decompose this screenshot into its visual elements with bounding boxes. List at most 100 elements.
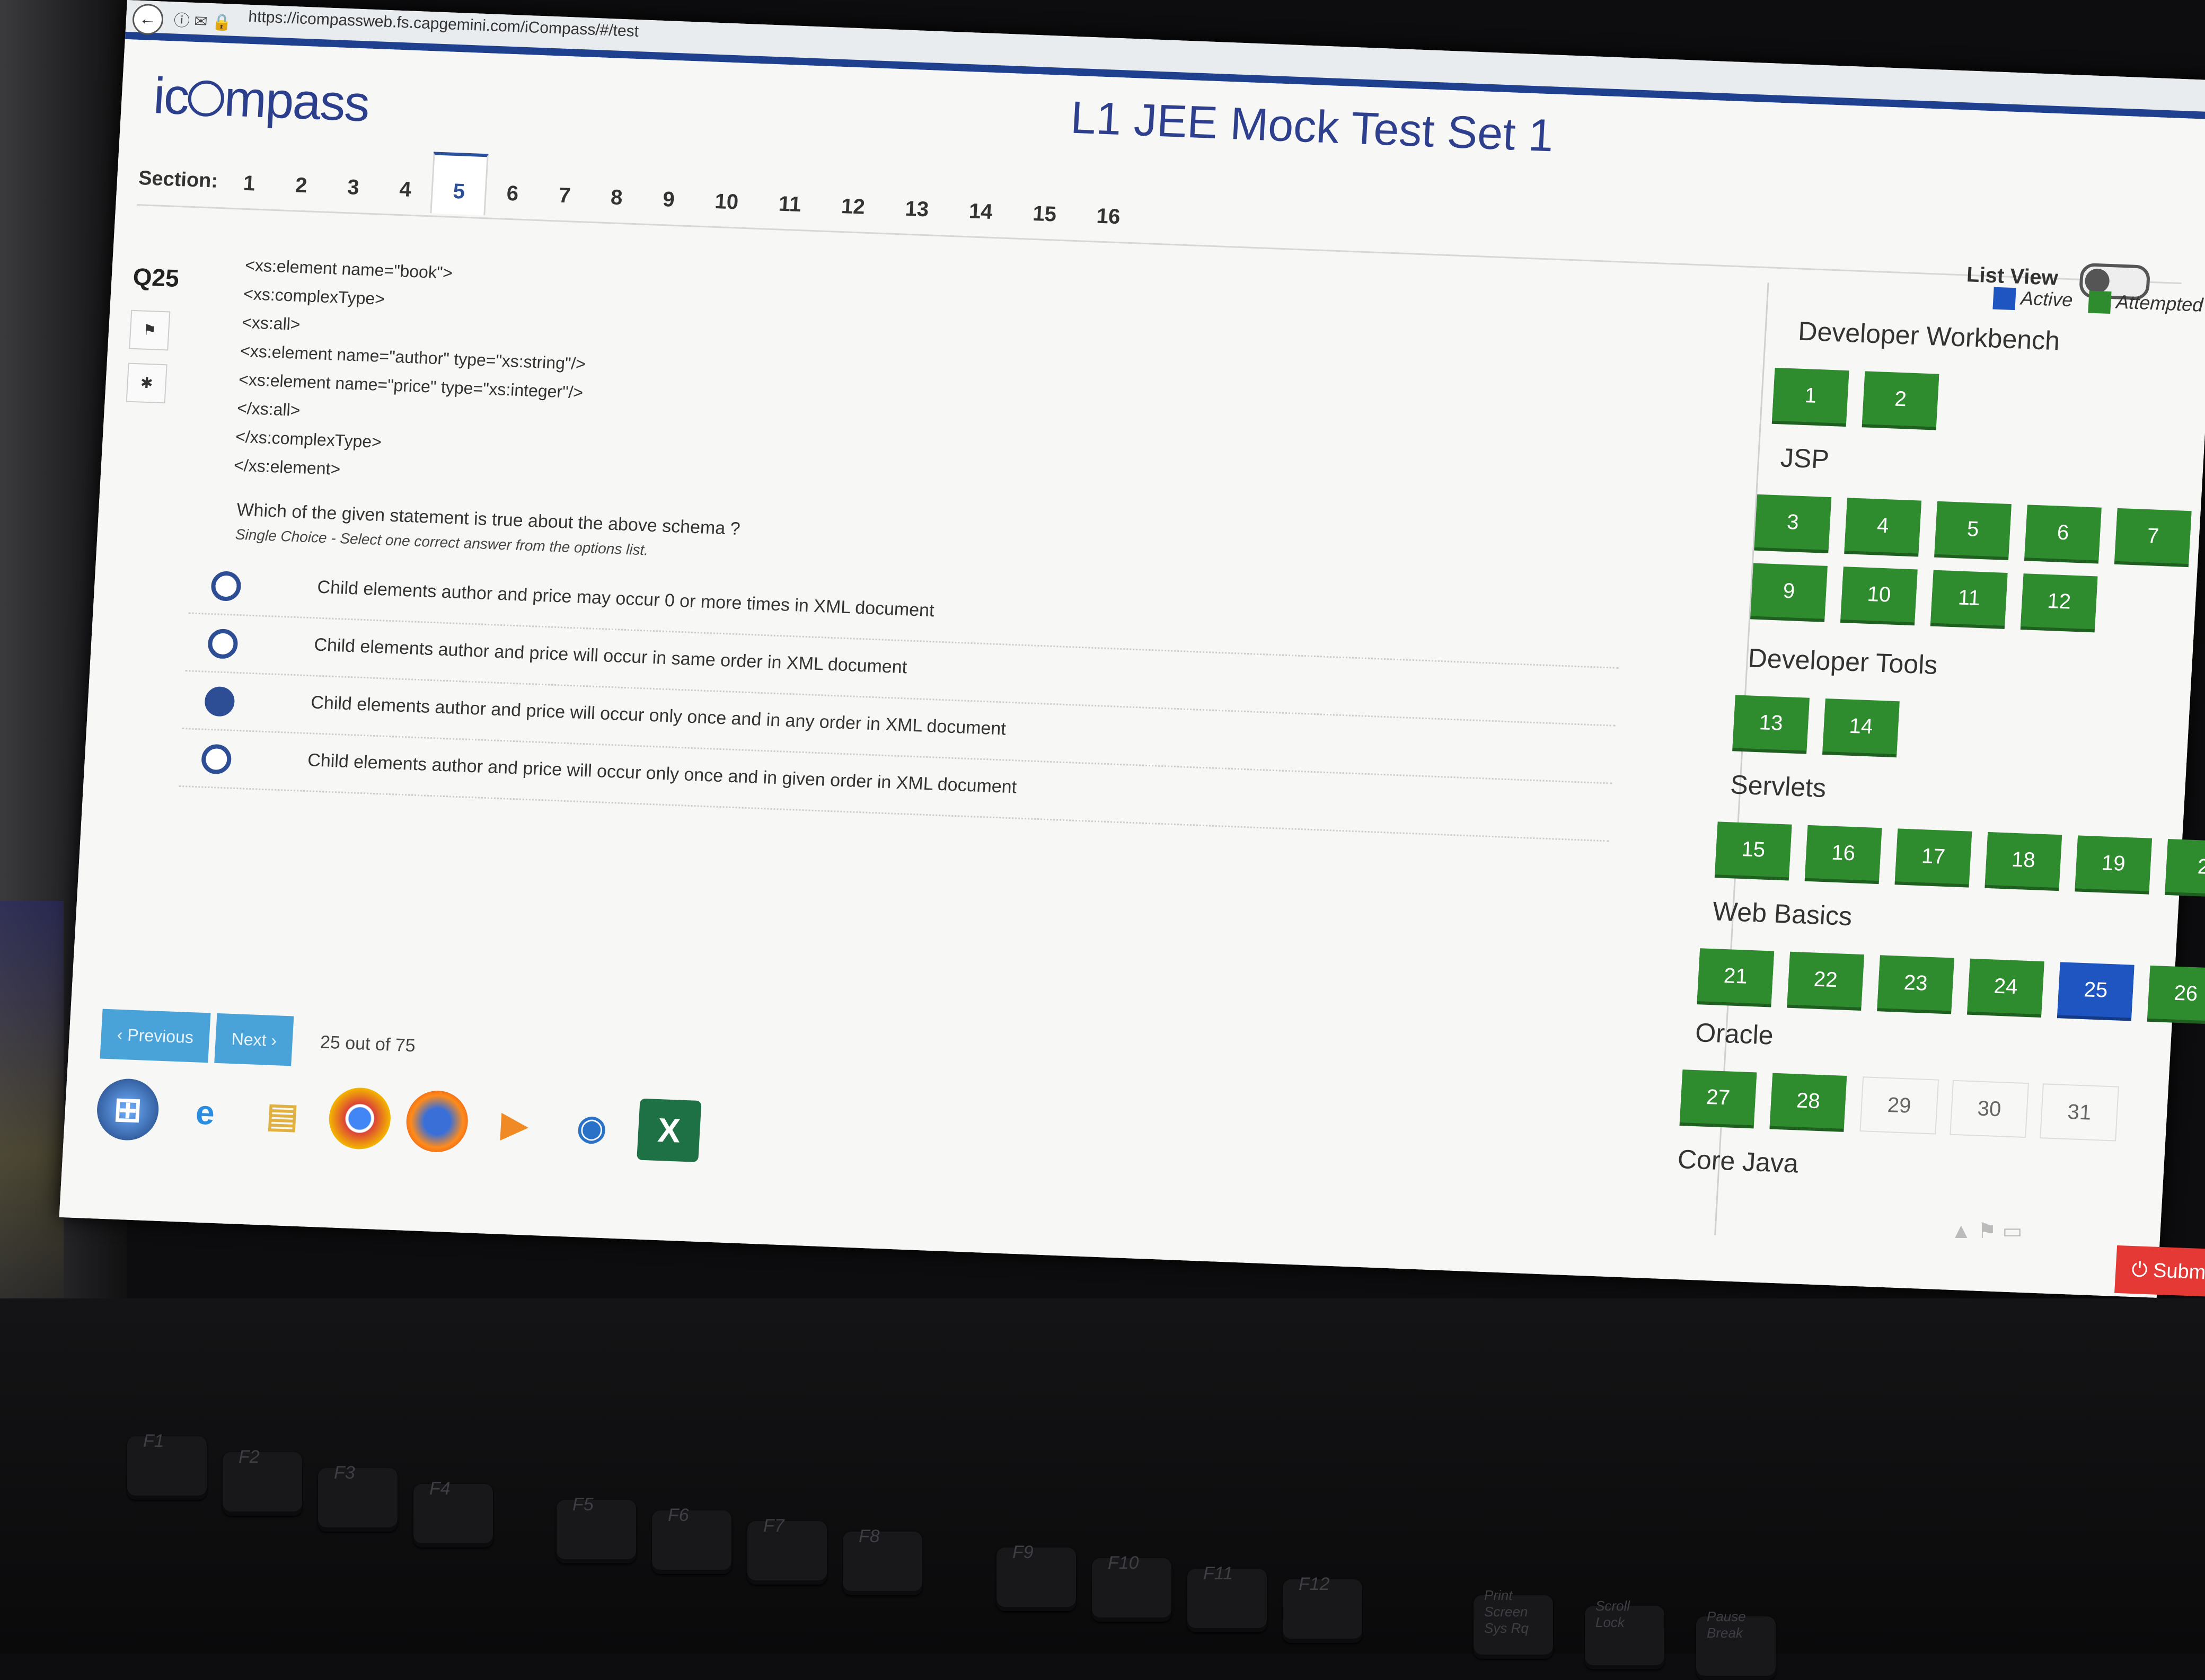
question-button[interactable]: 19 (2075, 835, 2153, 891)
tab-section-1[interactable]: 1 (222, 144, 278, 207)
question-button-unattempted[interactable]: 29 (1859, 1076, 1939, 1135)
group-web-basics: Web Basics (1712, 896, 1853, 932)
question-button-unattempted[interactable]: 31 (2040, 1083, 2119, 1142)
url-text[interactable]: https://icompassweb.fs.capgemini.com/iCo… (248, 8, 639, 41)
icompass-app: ic mpass L1 JEE Mock Test Set 1 Section: … (59, 39, 2205, 1298)
key (747, 1521, 827, 1585)
tab-section-3[interactable]: 3 (326, 148, 382, 211)
key (413, 1484, 493, 1548)
question-button[interactable]: 27 (1679, 1069, 1757, 1126)
option-1-radio[interactable] (210, 570, 242, 602)
list-view-label: List View (1965, 263, 2059, 290)
question-button[interactable]: 13 (1732, 695, 1810, 751)
keyboard: F1 F2 F3 F4 F5 F6 F7 F8 F9 F10 F11 F12 P… (0, 1298, 2205, 1680)
file-explorer-icon[interactable]: ▤ (250, 1084, 315, 1147)
option-3-radio[interactable] (204, 686, 235, 717)
question-button[interactable]: 18 (1984, 832, 2062, 888)
key-label: Print Screen Sys Rq (1484, 1587, 1529, 1636)
question-button[interactable]: 28 (1769, 1073, 1847, 1129)
question-button[interactable]: 9 (1750, 563, 1828, 619)
tab-section-14[interactable]: 14 (948, 172, 1015, 235)
internet-explorer-icon[interactable]: e (173, 1081, 237, 1144)
question-button[interactable]: 1 (1772, 367, 1849, 424)
progress-count: 25 out of 75 (320, 1031, 416, 1056)
section-tabs: 1 2 3 4 5 6 7 8 9 10 11 12 13 14 15 16 (222, 144, 1142, 242)
question-button[interactable]: 24 (1967, 958, 2044, 1015)
group-developer-workbench: Developer Workbench (1797, 316, 2061, 356)
tab-section-16[interactable]: 16 (1075, 176, 1142, 240)
tab-section-11[interactable]: 11 (757, 164, 824, 228)
legend-attempted: Attempted (2115, 290, 2204, 316)
question-button[interactable]: 12 (2021, 573, 2098, 630)
key-label: F9 (1012, 1542, 1034, 1562)
tab-section-7[interactable]: 7 (537, 156, 593, 219)
chrome-icon[interactable] (327, 1086, 392, 1151)
question-button-unattempted[interactable]: 30 (1950, 1080, 2029, 1138)
question-button[interactable]: 21 (1697, 948, 1775, 1004)
key-label: F3 (334, 1463, 355, 1483)
question-button[interactable]: 2 (2165, 838, 2205, 895)
outlook-icon[interactable]: ◉ (559, 1095, 624, 1159)
key-label: F10 (1108, 1553, 1139, 1573)
option-2-radio[interactable] (207, 628, 239, 659)
media-player-icon[interactable]: ▶ (482, 1092, 546, 1156)
key (223, 1452, 302, 1516)
question-code: <xs:element name="book"> <xs:complexType>… (233, 251, 592, 492)
tab-section-9[interactable]: 9 (641, 160, 697, 224)
option-4-radio[interactable] (200, 744, 232, 775)
key (843, 1532, 922, 1595)
tab-section-15[interactable]: 15 (1011, 174, 1079, 238)
key-label: F5 (572, 1495, 594, 1515)
tab-section-13[interactable]: 13 (884, 169, 951, 233)
question-button[interactable]: 22 (1787, 951, 1865, 1007)
question-button[interactable]: 7 (2114, 508, 2192, 564)
key-label: F4 (429, 1479, 451, 1499)
tab-section-12[interactable]: 12 (820, 167, 887, 231)
question-button[interactable]: 14 (1822, 698, 1900, 755)
question-palette: Active Attempted Developer Workbench 1 2… (1677, 282, 2205, 1253)
option-1-text: Child elements author and price may occu… (316, 577, 935, 621)
question-button[interactable]: 15 (1715, 821, 1792, 878)
question-button[interactable]: 26 (2147, 965, 2205, 1022)
next-button[interactable]: Next › (214, 1013, 294, 1066)
question-button[interactable]: 23 (1877, 955, 1954, 1011)
key (318, 1468, 398, 1532)
back-arrow-icon[interactable]: ← (131, 3, 164, 36)
tab-section-4[interactable]: 4 (378, 150, 434, 214)
question-button[interactable]: 10 (1840, 567, 1918, 623)
firefox-icon[interactable] (404, 1089, 470, 1154)
answer-options: Child elements author and price may occu… (179, 556, 1622, 842)
question-button[interactable]: 11 (1930, 570, 2008, 626)
test-title: L1 JEE Mock Test Set 1 (1069, 92, 1555, 162)
key-label: F11 (1203, 1563, 1233, 1584)
question-button[interactable]: 3 (1754, 494, 1832, 550)
site-info-icons: ⓘ ✉ 🔒 (173, 12, 232, 32)
bug-report-icon[interactable]: ✱ (126, 362, 167, 404)
question-button-active[interactable]: 25 (2057, 962, 2135, 1018)
question-button[interactable]: 4 (1844, 498, 1922, 554)
palette-legend: Active Attempted (1982, 286, 2204, 317)
submit-button[interactable]: ⏻ Subm (2114, 1245, 2205, 1298)
question-button[interactable]: 17 (1894, 828, 1972, 885)
tab-section-5[interactable]: 5 (430, 152, 489, 216)
tab-section-6[interactable]: 6 (486, 154, 541, 217)
key (127, 1436, 207, 1500)
key-label: F12 (1299, 1574, 1330, 1594)
previous-button[interactable]: ‹ Previous (100, 1009, 211, 1063)
legend-active: Active (2020, 287, 2074, 311)
excel-icon[interactable]: X (637, 1098, 702, 1162)
tab-section-10[interactable]: 10 (693, 162, 761, 225)
question-button[interactable]: 6 (2024, 505, 2102, 561)
question-button[interactable]: 2 (1862, 371, 1939, 427)
tab-section-2[interactable]: 2 (274, 146, 330, 209)
monitor-screen: ← ⓘ ✉ 🔒 https://icompassweb.fs.capgemini… (59, 0, 2205, 1298)
question-button[interactable]: 16 (1804, 825, 1882, 881)
tab-section-8[interactable]: 8 (589, 158, 645, 222)
group-servlets: Servlets (1730, 770, 1827, 803)
key-label: F7 (763, 1516, 784, 1536)
windows-start-icon[interactable]: ⊞ (95, 1077, 161, 1142)
group-jsp: JSP (1779, 443, 1830, 474)
background-glow (0, 901, 64, 1325)
question-button[interactable]: 5 (1934, 501, 2012, 558)
flag-icon[interactable]: ⚑ (129, 310, 171, 351)
